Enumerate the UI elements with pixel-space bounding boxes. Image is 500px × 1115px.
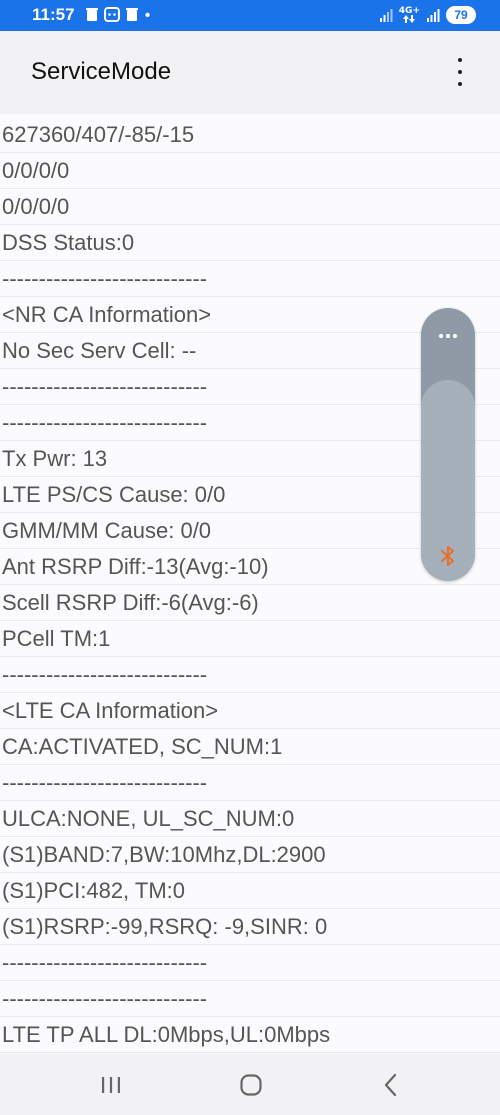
list-item: ULCA:NONE, UL_SC_NUM:0 — [0, 802, 500, 837]
trash-icon — [86, 8, 98, 21]
list-item: Scell RSRP Diff:-6(Avg:-6) — [0, 586, 500, 621]
navigation-bar — [0, 1054, 500, 1115]
signal-icon — [379, 8, 393, 22]
status-bar: 11:57 4G+ 79 — [0, 0, 500, 31]
notification-icons — [85, 7, 154, 22]
list-item: ---------------------------- — [0, 658, 500, 693]
list-item: 0/0/0/0 — [0, 190, 500, 225]
data-arrows-icon — [403, 15, 416, 23]
system-icons: 4G+ 79 — [379, 6, 476, 24]
list-item: DSS Status:0 — [0, 226, 500, 261]
signal-icon — [427, 8, 440, 22]
network-type: 4G+ — [399, 7, 420, 23]
back-icon[interactable] — [376, 1071, 406, 1099]
network-label: 4G+ — [398, 6, 420, 16]
trash-icon — [126, 8, 138, 21]
more-options-icon[interactable] — [452, 58, 468, 86]
list-item: (S1)PCI:482, TM:0 — [0, 874, 500, 909]
battery-icon: 79 — [446, 6, 476, 24]
list-item: PCell TM:1 — [0, 622, 500, 657]
list-item: 627360/407/-85/-15 — [0, 118, 500, 153]
list-item: CA:ACTIVATED, SC_NUM:1 — [0, 730, 500, 765]
info-rows: 627360/407/-85/-15 0/0/0/0 0/0/0/0 DSS Stat… — [0, 118, 500, 1054]
more-icon[interactable] — [421, 308, 475, 363]
list-item: ---------------------------- — [0, 982, 500, 1017]
dot-icon — [145, 12, 150, 17]
list-item: 0/0/0/0 — [0, 154, 500, 189]
service-mode-list[interactable]: 627360/407/-85/-15 0/0/0/0 0/0/0/0 DSS Stat… — [0, 114, 500, 1054]
status-time: 11:57 — [32, 5, 75, 24]
home-icon[interactable] — [236, 1071, 266, 1099]
list-item: LTE TP ALL DL:0Mbps,UL:0Mbps — [0, 1018, 500, 1053]
list-item: <LTE CA Information> — [0, 694, 500, 729]
page-title: ServiceMode — [31, 58, 172, 85]
list-item: ---------------------------- — [0, 766, 500, 801]
list-item: ---------------------------- — [0, 946, 500, 981]
list-item: (S1)BAND:7,BW:10Mhz,DL:2900 — [0, 838, 500, 873]
list-item: ---------------------------- — [0, 262, 500, 297]
recent-apps-icon[interactable] — [96, 1071, 126, 1099]
chat-icon — [104, 7, 120, 22]
list-item: (S1)RSRP:-99,RSRQ: -9,SINR: 0 — [0, 910, 500, 945]
app-bar: ServiceMode — [0, 31, 500, 114]
edge-panel[interactable] — [421, 308, 475, 581]
bluetooth-icon[interactable] — [437, 544, 459, 568]
